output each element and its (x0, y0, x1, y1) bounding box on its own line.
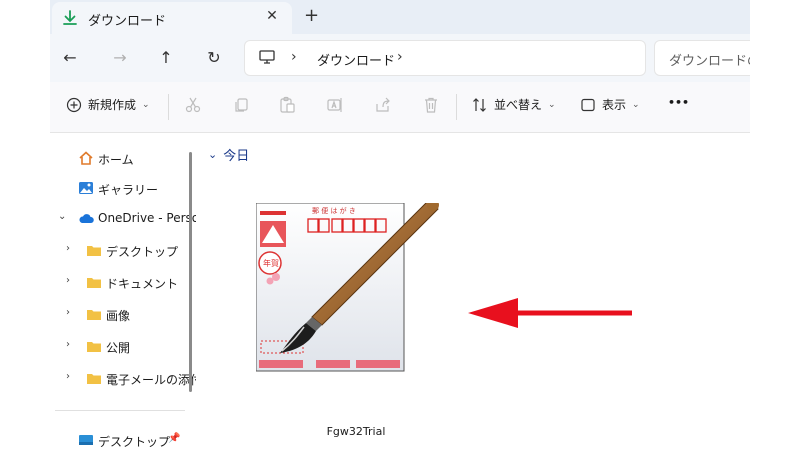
chevron-down-icon[interactable]: ⌄ (58, 211, 66, 222)
group-header-today[interactable]: ⌄ 今日 (208, 145, 249, 164)
sidebar-item-onedrive[interactable]: ⌄ OneDrive - Perso (50, 207, 196, 231)
share-icon[interactable] (374, 96, 392, 114)
sidebar-item-documents[interactable]: › ドキュメント (50, 271, 196, 295)
svg-text:郵 便 は が き: 郵 便 は が き (312, 206, 356, 215)
rename-icon[interactable] (326, 96, 344, 114)
sidebar-item-email-attachments[interactable]: › 電子メールの添付 (50, 367, 196, 391)
sidebar-item-label: 公開 (106, 341, 131, 355)
folder-icon (87, 342, 101, 352)
chevron-right-icon[interactable]: › (66, 275, 70, 286)
desktop-icon (79, 435, 93, 445)
sidebar-item-pictures[interactable]: › 画像 (50, 303, 196, 327)
breadcrumb-separator[interactable]: › (291, 49, 297, 65)
file-item[interactable]: 郵 便 は が き 年賀 Fgw32Trial (255, 199, 439, 443)
search-placeholder: ダウンロードの検 (669, 54, 750, 69)
delete-icon[interactable] (422, 96, 440, 114)
sidebar-scrollbar[interactable] (189, 152, 192, 392)
svg-text:年賀: 年賀 (263, 258, 279, 268)
sidebar-item-label: ホーム (98, 153, 134, 167)
sort-button[interactable]: 並べ替え ⌄ (472, 96, 556, 113)
folder-icon (87, 310, 101, 320)
file-name: Fgw32Trial (326, 425, 386, 438)
sidebar-item-label: ドキュメント (106, 277, 179, 291)
plus-circle-icon (66, 97, 82, 112)
folder-icon (87, 374, 101, 384)
close-tab-icon[interactable]: ✕ (262, 8, 282, 24)
chevron-right-icon[interactable]: › (66, 307, 70, 318)
sidebar-item-label: 画像 (106, 309, 131, 323)
sidebar-item-quick-desktop[interactable]: デスクトップ 📌 (50, 429, 196, 450)
arrow-left-icon (468, 298, 632, 328)
pin-icon: 📌 (168, 433, 181, 444)
chevron-down-icon: ⌄ (548, 99, 556, 110)
navigation-bar: ← → ↑ ↻ › ダウンロード › ダウンロードの検 (50, 34, 750, 82)
command-bar: 新規作成 ⌄ 並べ替え ⌄ 表示 ⌄ ••• (50, 82, 750, 133)
sidebar-item-home[interactable]: ホーム (50, 147, 196, 171)
sidebar-item-desktop[interactable]: › デスクトップ (50, 239, 196, 263)
divider (168, 94, 169, 120)
group-header-label: 今日 (223, 149, 250, 164)
file-explorer-window: ダウンロード ✕ + ← → ↑ ↻ › ダウンロード › ダウンロードの検 (50, 0, 750, 450)
sidebar-item-gallery[interactable]: ギャラリー (50, 177, 196, 201)
sort-icon (473, 97, 486, 112)
chevron-down-icon: ⌄ (142, 99, 150, 110)
divider (456, 94, 457, 120)
up-button[interactable]: ↑ (154, 46, 178, 70)
app-icon: 郵 便 は が き 年賀 (255, 199, 439, 372)
this-pc-icon[interactable] (259, 50, 275, 64)
paste-icon[interactable] (278, 96, 296, 114)
address-bar[interactable]: › ダウンロード › (244, 40, 646, 76)
cut-icon[interactable] (184, 96, 202, 114)
sidebar-item-public[interactable]: › 公開 (50, 335, 196, 359)
copy-icon[interactable] (232, 96, 250, 114)
download-icon (63, 10, 77, 25)
file-list: ⌄ 今日 郵 便 は が き 年賀 Fgw32Trial (200, 133, 750, 450)
tab-downloads[interactable]: ダウンロード ✕ (52, 2, 292, 34)
new-button[interactable]: 新規作成 ⌄ (66, 96, 150, 113)
new-tab-button[interactable]: + (304, 5, 319, 26)
gallery-icon (79, 182, 93, 194)
sidebar-item-label: デスクトップ (106, 245, 179, 259)
chevron-right-icon[interactable]: › (66, 243, 70, 254)
view-button-label: 表示 (602, 98, 627, 112)
view-button[interactable]: 表示 ⌄ (580, 96, 640, 113)
folder-icon (87, 278, 101, 288)
tab-title: ダウンロード (88, 14, 167, 29)
breadcrumb-separator[interactable]: › (397, 49, 403, 65)
title-bar: ダウンロード ✕ + (50, 0, 750, 34)
view-icon (581, 98, 595, 111)
chevron-right-icon[interactable]: › (66, 339, 70, 350)
forward-button[interactable]: → (108, 46, 132, 70)
navigation-pane: ホーム ギャラリー ⌄ OneDrive - Perso › デスクトップ › … (50, 133, 196, 450)
sidebar-item-label: デスクトップ (98, 435, 171, 449)
chevron-right-icon[interactable]: › (66, 371, 70, 382)
chevron-down-icon: ⌄ (632, 99, 640, 110)
sort-button-label: 並べ替え (494, 98, 543, 112)
sidebar-item-label: 電子メールの添付 (106, 373, 196, 387)
sidebar-item-label: OneDrive - Perso (98, 211, 196, 225)
sidebar-item-label: ギャラリー (98, 183, 159, 197)
search-box[interactable]: ダウンロードの検 (654, 40, 750, 76)
more-options-icon[interactable]: ••• (668, 96, 689, 109)
cloud-icon (79, 214, 94, 223)
chevron-down-icon: ⌄ (208, 148, 218, 161)
breadcrumb-downloads[interactable]: ダウンロード (317, 50, 395, 69)
new-button-label: 新規作成 (88, 98, 137, 112)
folder-icon (87, 246, 101, 256)
refresh-button[interactable]: ↻ (202, 46, 226, 70)
divider (55, 410, 185, 411)
back-button[interactable]: ← (58, 46, 82, 70)
home-icon (79, 151, 93, 165)
